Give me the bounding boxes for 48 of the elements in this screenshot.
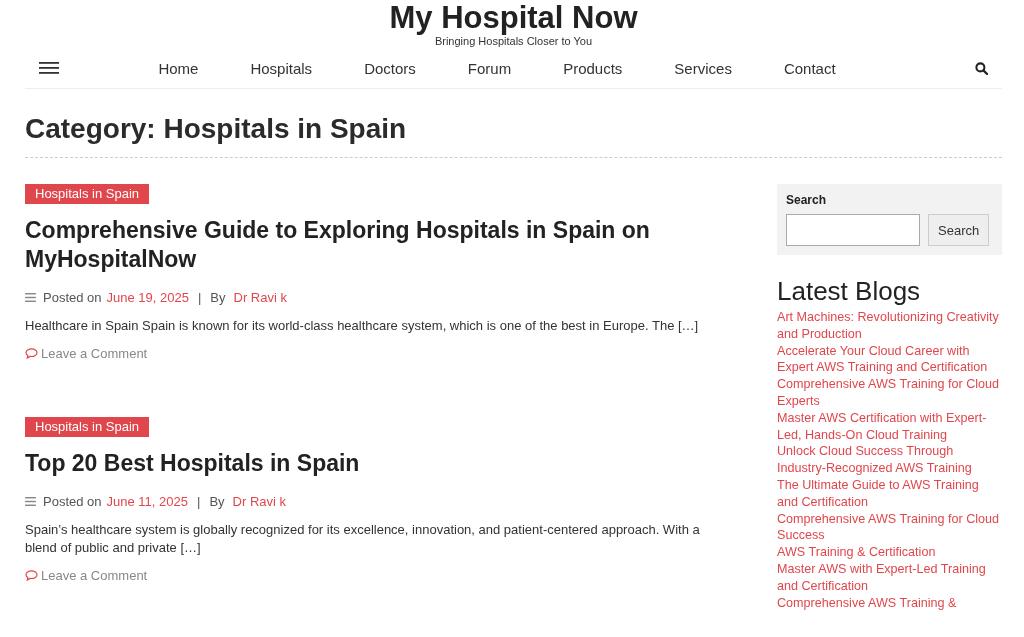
lines-icon [25, 293, 36, 302]
menu-icon[interactable] [39, 62, 59, 74]
blog-link[interactable]: The Ultimate Guide to AWS Training and Certification [777, 476, 1002, 511]
speech-bubble-icon [25, 348, 38, 359]
blog-link[interactable]: Comprehensive AWS Training & [777, 594, 1002, 612]
site-tagline: Bringing Hospitals Closer to You [433, 35, 594, 48]
blog-link[interactable]: Master AWS Certification with Expert-Led, Hands-On Cloud Training [777, 409, 1002, 444]
nav-link[interactable]: Doctors [364, 59, 416, 77]
nav-link[interactable]: Home [158, 59, 199, 77]
blog-link[interactable]: Art Machines: Revolutionizing Creativity and Production [777, 309, 1002, 343]
post-date-link[interactable]: June 11, 2025 [106, 494, 188, 509]
post-excerpt: Healthcare in Spain Spain is known for its world-class healthcare system, which is one of the best in Europe. The […] [25, 317, 700, 335]
author-link[interactable]: Dr Ravi k [233, 290, 287, 305]
category-tag[interactable]: Hospitals in Spain [25, 417, 150, 437]
post-title[interactable]: Top 20 Best Hospitals in Spain [25, 449, 735, 478]
nav-link[interactable]: Products [563, 59, 623, 77]
lines-icon [25, 497, 36, 506]
by-label: By [210, 290, 226, 305]
meta-separator: | [197, 290, 202, 305]
posted-label: Posted on [43, 494, 102, 509]
blog-link[interactable]: Comprehensive AWS Training for Cloud Experts [777, 376, 1002, 410]
author-link[interactable]: Dr Ravi k [232, 494, 286, 509]
post-date-link[interactable]: June 19, 2025 [106, 290, 189, 305]
nav-link[interactable]: Hospitals [250, 59, 313, 77]
search-label: Search [786, 193, 828, 207]
widget-title: Latest Blogs [777, 275, 922, 307]
posted-label: Posted on [43, 290, 102, 305]
blog-link[interactable]: Comprehensive AWS Training for Cloud Success [777, 510, 1002, 545]
nav-link[interactable]: Forum [467, 59, 512, 77]
nav-link[interactable]: Services [674, 59, 732, 77]
by-label: By [209, 494, 225, 509]
meta-separator: | [197, 494, 201, 509]
blog-link[interactable]: Unlock Cloud Success Through Industry-Recognized AWS Training [777, 443, 1002, 477]
category-tag[interactable]: Hospitals in Spain [25, 184, 150, 204]
blog-link[interactable]: AWS Training & Certification [777, 544, 1002, 561]
nav-link[interactable]: Contact [783, 59, 836, 77]
search-icon[interactable] [975, 61, 988, 75]
search-field[interactable] [786, 214, 920, 246]
search-button[interactable]: Search [928, 214, 990, 246]
blog-link[interactable]: Accelerate Your Cloud Career with Expert AWS Training and Certification [777, 342, 1002, 377]
leave-comment-link[interactable]: Leave a Comment [41, 568, 148, 583]
leave-comment-link[interactable]: Leave a Comment [41, 346, 148, 361]
page-title: Category: Hospitals in Spain [25, 89, 1002, 158]
blog-link[interactable]: Master AWS with Expert-Led Training and Certification [777, 560, 1002, 595]
site-title[interactable]: My Hospital Now [389, 0, 638, 36]
speech-bubble-icon [25, 570, 38, 581]
post-title[interactable]: Comprehensive Guide to Exploring Hospitals in Spain on MyHospitalNow [25, 216, 735, 274]
post-excerpt: Spain’s healthcare system is globally recognized for its excellence, innovation, and patient-centered approach. With a blend of public and private […] [25, 521, 701, 557]
